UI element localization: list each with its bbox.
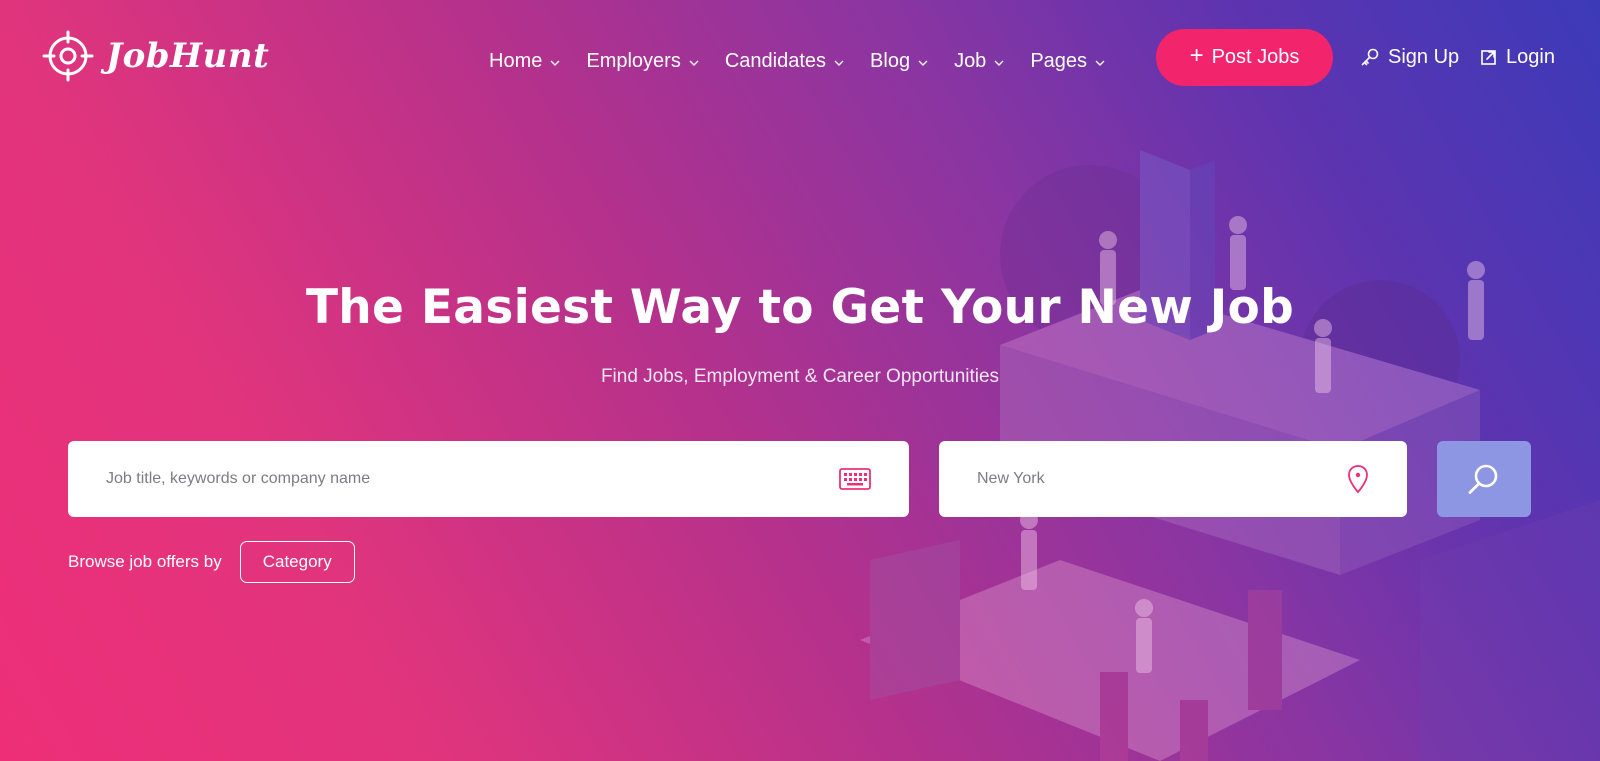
post-jobs-button[interactable]: + Post Jobs — [1156, 29, 1333, 86]
search-button[interactable] — [1437, 441, 1531, 517]
main-nav: Home Employers Candidates Blog Job Pages — [489, 44, 1105, 78]
chevron-down-icon — [550, 60, 560, 66]
nav-item-employers[interactable]: Employers — [586, 49, 699, 73]
login-link[interactable]: Login — [1480, 42, 1555, 72]
chevron-down-icon — [1095, 60, 1105, 66]
search-icon — [1468, 464, 1498, 494]
nav-item-job[interactable]: Job — [954, 50, 1004, 73]
brand-name: JobHunt — [106, 36, 270, 76]
chevron-down-icon — [689, 60, 699, 66]
nav-item-candidates[interactable]: Candidates — [725, 50, 844, 73]
external-link-icon — [1481, 50, 1496, 65]
browse-by: Browse job offers by Category — [68, 541, 355, 583]
chevron-down-icon — [834, 60, 844, 66]
sign-up-link[interactable]: Sign Up — [1360, 42, 1459, 72]
login-label: Login — [1506, 45, 1555, 68]
logo[interactable]: JobHunt — [42, 30, 269, 82]
nav-item-label: Candidates — [724, 49, 827, 72]
crosshair-icon — [42, 30, 94, 82]
browse-label: Browse job offers by — [68, 552, 222, 571]
nav-item-label: Employers — [586, 49, 681, 72]
plus-icon: + — [1189, 41, 1204, 69]
nav-item-label: Job — [954, 49, 987, 72]
chevron-down-icon — [918, 60, 928, 66]
nav-item-home[interactable]: Home — [489, 50, 560, 73]
nav-item-blog[interactable]: Blog — [870, 50, 928, 73]
hero-subtitle: Find Jobs, Employment & Career Opportuni… — [600, 366, 1000, 387]
sign-up-label: Sign Up — [1388, 45, 1460, 68]
location-search-field — [939, 441, 1407, 517]
keyword-input[interactable] — [106, 470, 839, 488]
chevron-down-icon — [994, 60, 1004, 66]
category-button[interactable]: Category — [239, 541, 355, 583]
nav-item-label: Blog — [870, 49, 911, 72]
map-pin-icon — [1348, 465, 1368, 494]
hero-title: The Easiest Way to Get Your New Job — [305, 280, 1295, 335]
location-input[interactable] — [977, 470, 1347, 488]
keyboard-icon — [839, 468, 871, 490]
key-icon — [1361, 48, 1379, 66]
post-jobs-label: Post Jobs — [1211, 46, 1300, 68]
nav-item-label: Home — [489, 49, 543, 72]
category-label: Category — [262, 552, 332, 571]
nav-item-label: Pages — [1030, 49, 1088, 72]
nav-item-pages[interactable]: Pages — [1030, 50, 1105, 73]
keyword-search-field — [68, 441, 909, 517]
